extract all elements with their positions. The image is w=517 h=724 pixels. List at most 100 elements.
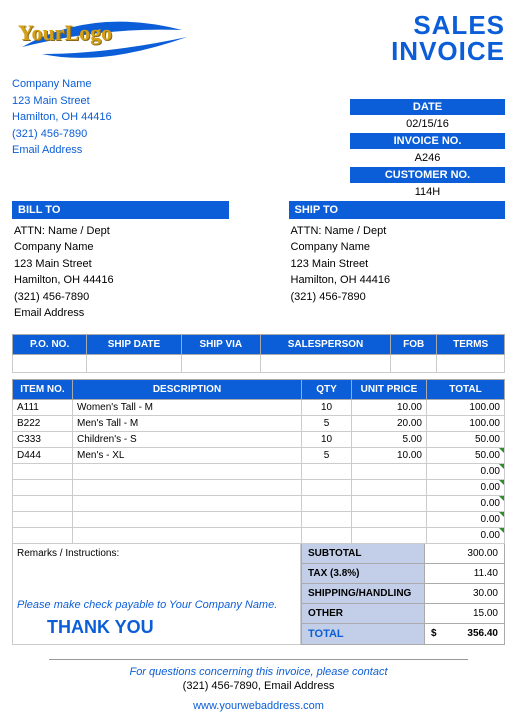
th-ship-date: SHIP DATE [87,334,181,354]
customer-no-label: CUSTOMER NO. [350,167,505,183]
item-row-empty: 0.00 [13,479,505,495]
bill-to-street: 123 Main Street [12,256,229,273]
ship-to-phone: (321) 456-7890 [289,289,506,306]
item-total-empty: 0.00 [427,495,505,511]
th-item-no: ITEM NO. [13,379,73,399]
check-note: Please make check payable to Your Compan… [17,599,296,611]
bottom-section: Remarks / Instructions: Please make chec… [12,544,505,645]
item-total-empty: 0.00 [427,511,505,527]
item-row-empty: 0.00 [13,511,505,527]
totals: SUBTOTAL300.00 TAX (3.8%)11.40 SHIPPING/… [301,544,505,645]
item-qty: 10 [302,399,352,415]
total-amount: 356.40 [467,628,498,639]
item-qty: 5 [302,447,352,463]
total-label: TOTAL [301,624,425,645]
item-desc: Men's Tall - M [73,415,302,431]
title-line1: SALES [391,12,505,38]
bill-to-city: Hamilton, OH 44416 [12,272,229,289]
bill-to-email: Email Address [12,305,229,322]
item-row: D444Men's - XL510.0050.00 [13,447,505,463]
ship-to-name: Company Name [289,239,506,256]
item-no: B222 [13,415,73,431]
remarks-label: Remarks / Instructions: [17,548,296,559]
detail-row [13,354,505,372]
item-no: D444 [13,447,73,463]
header: YourLogo SALES INVOICE [12,12,505,68]
th-description: DESCRIPTION [73,379,302,399]
footer-url: www.yourwebaddress.com [12,700,505,712]
item-row-empty: 0.00 [13,463,505,479]
item-total-empty: 0.00 [427,479,505,495]
tax-value: 11.40 [425,564,505,584]
item-no: A111 [13,399,73,415]
tax-label: TAX (3.8%) [301,564,425,584]
invoice-meta: DATE 02/15/16 INVOICE NO. A246 CUSTOMER … [350,99,505,201]
thank-you: THANK YOU [47,617,296,638]
item-price: 5.00 [352,431,427,447]
bill-to-header: BILL TO [12,201,229,219]
invoice-title: SALES INVOICE [391,12,505,64]
th-ship-via: SHIP VIA [181,334,260,354]
th-po: P.O. NO. [13,334,87,354]
invoice-no-value: A246 [350,149,505,167]
date-value: 02/15/16 [350,115,505,133]
ship-to-attn: ATTN: Name / Dept [289,223,506,240]
item-total: 100.00 [427,399,505,415]
logo-icon: YourLogo [12,12,192,62]
total-value: $356.40 [425,624,505,645]
item-row: A111Women's Tall - M1010.00100.00 [13,399,505,415]
item-total-empty: 0.00 [427,463,505,479]
item-desc: Children's - S [73,431,302,447]
invoice-no-label: INVOICE NO. [350,133,505,149]
th-qty: QTY [302,379,352,399]
item-row: B222Men's Tall - M520.00100.00 [13,415,505,431]
bill-to: BILL TO ATTN: Name / Dept Company Name 1… [12,201,229,322]
customer-no-value: 114H [350,183,505,201]
th-total: TOTAL [427,379,505,399]
title-line2: INVOICE [391,38,505,64]
th-fob: FOB [391,334,437,354]
items-table: ITEM NO. DESCRIPTION QTY UNIT PRICE TOTA… [12,379,505,544]
item-qty: 5 [302,415,352,431]
footer: For questions concerning this invoice, p… [12,659,505,712]
shipping-value: 30.00 [425,584,505,604]
bill-to-name: Company Name [12,239,229,256]
ship-to: SHIP TO ATTN: Name / Dept Company Name 1… [289,201,506,322]
item-row-empty: 0.00 [13,527,505,543]
item-qty: 10 [302,431,352,447]
other-label: OTHER [301,604,425,624]
th-unit-price: UNIT PRICE [352,379,427,399]
footer-question: For questions concerning this invoice, p… [12,666,505,678]
addresses: BILL TO ATTN: Name / Dept Company Name 1… [12,201,505,322]
remarks: Remarks / Instructions: Please make chec… [12,544,301,645]
logo-block: YourLogo [12,12,192,68]
item-row: C333Children's - S105.0050.00 [13,431,505,447]
ship-to-street: 123 Main Street [289,256,506,273]
footer-contact: (321) 456-7890, Email Address [12,680,505,692]
th-terms: TERMS [437,334,505,354]
item-price: 10.00 [352,399,427,415]
item-total: 50.00 [427,431,505,447]
currency-symbol: $ [431,628,437,639]
item-price: 10.00 [352,447,427,463]
ship-to-header: SHIP TO [289,201,506,219]
th-salesperson: SALESPERSON [260,334,390,354]
logo-text: YourLogo [18,20,112,46]
item-row-empty: 0.00 [13,495,505,511]
item-total-empty: 0.00 [427,527,505,543]
bill-to-phone: (321) 456-7890 [12,289,229,306]
company-name: Company Name [12,76,505,93]
item-total: 100.00 [427,415,505,431]
item-desc: Men's - XL [73,447,302,463]
shipping-label: SHIPPING/HANDLING [301,584,425,604]
item-desc: Women's Tall - M [73,399,302,415]
date-label: DATE [350,99,505,115]
item-total: 50.00 [427,447,505,463]
ship-to-city: Hamilton, OH 44416 [289,272,506,289]
item-no: C333 [13,431,73,447]
other-value: 15.00 [425,604,505,624]
subtotal-value: 300.00 [425,544,505,564]
detail-table: P.O. NO. SHIP DATE SHIP VIA SALESPERSON … [12,334,505,373]
subtotal-label: SUBTOTAL [301,544,425,564]
item-price: 20.00 [352,415,427,431]
